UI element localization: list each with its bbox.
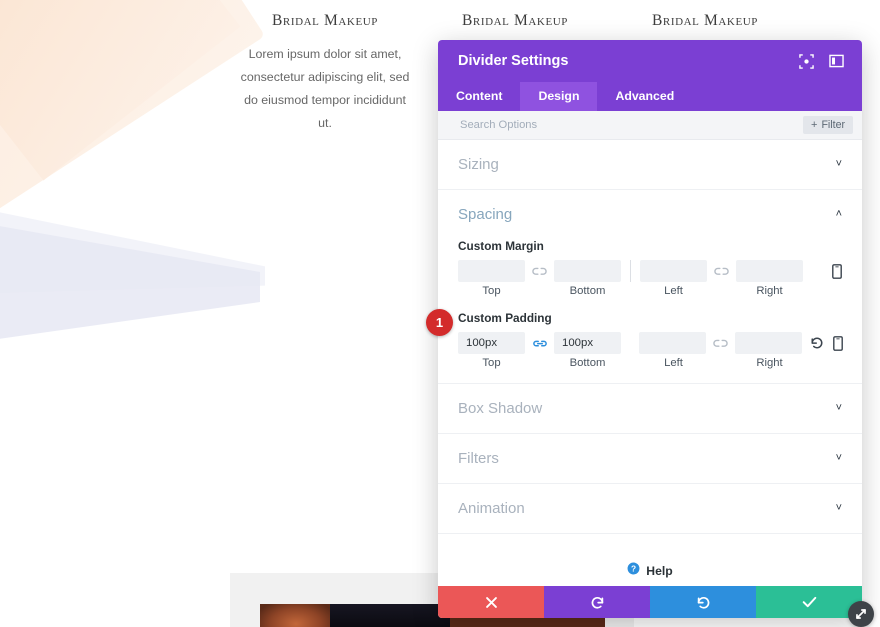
modal-body: Sizing ˅ Spacing ˄ Custom Margin Top Bot… (438, 140, 862, 586)
divider-settings-modal: Divider Settings Content Design Advanced… (438, 40, 862, 618)
margin-top-bottom-pair (458, 260, 621, 282)
responsive-device-icon[interactable] (832, 263, 842, 279)
padding-tb-labels: Top Bottom (458, 357, 621, 369)
custom-padding-row (458, 332, 843, 354)
margin-left-label: Left (664, 285, 683, 297)
custom-margin-labels: Top Bottom Left Right (458, 285, 842, 297)
focus-target-icon[interactable] (794, 49, 818, 73)
tab-advanced[interactable]: Advanced (597, 82, 692, 111)
chevron-down-icon: ˅ (835, 502, 842, 514)
custom-padding-label: Custom Padding (458, 311, 552, 325)
help-label: Help (646, 564, 673, 578)
margin-top-input[interactable] (458, 260, 525, 282)
margin-left-right-pair (640, 260, 803, 282)
chevron-up-icon: ˄ (835, 208, 842, 220)
margin-bottom-input[interactable] (554, 260, 621, 282)
background-photo-shadow (330, 604, 450, 627)
undo-icon (590, 595, 605, 610)
padding-row-icons (802, 335, 843, 351)
filter-button-label: Filter (821, 119, 845, 131)
modal-title: Divider Settings (458, 53, 569, 69)
plus-icon: + (811, 118, 818, 131)
padding-top-input[interactable] (458, 332, 525, 354)
margin-bottom-label: Bottom (569, 285, 606, 297)
column-heading: Bridal Makeup (271, 12, 379, 29)
padding-top-bottom-pair (458, 332, 621, 354)
filter-button[interactable]: + Filter (803, 116, 853, 134)
field-divider (630, 260, 631, 282)
margin-lr-labels: Left Right (640, 285, 803, 297)
margin-tb-labels: Top Bottom (458, 285, 621, 297)
link-connected-icon[interactable] (525, 338, 554, 349)
section-spacing-content: Custom Margin Top Bottom Left Right Cust… (458, 239, 843, 383)
section-box-shadow-header[interactable]: Box Shadow ˅ (458, 384, 842, 433)
redo-icon (696, 595, 711, 610)
section-filters-header[interactable]: Filters ˅ (458, 434, 842, 483)
section-sizing: Sizing ˅ (438, 140, 862, 190)
padding-right-label: Right (756, 357, 783, 369)
custom-margin-label: Custom Margin (458, 239, 544, 253)
margin-right-input[interactable] (736, 260, 803, 282)
section-title: Sizing (458, 156, 499, 173)
section-sizing-header[interactable]: Sizing ˅ (458, 140, 842, 189)
section-title: Animation (458, 500, 525, 517)
custom-padding-labels: Top Bottom Left Right (458, 357, 842, 369)
padding-left-input[interactable] (639, 332, 706, 354)
padding-bottom-input[interactable] (554, 332, 621, 354)
section-animation-header[interactable]: Animation ˅ (458, 484, 842, 533)
section-title: Box Shadow (458, 400, 543, 417)
check-icon (802, 595, 817, 609)
background-column: Bridal Makeup Lorem ipsum dolor sit amet… (230, 12, 420, 135)
modal-tabbar: Content Design Advanced (438, 82, 862, 111)
section-spacing: Spacing ˄ Custom Margin Top Bottom Left … (438, 190, 862, 384)
svg-text:?: ? (631, 564, 636, 574)
search-options-bar: + Filter (438, 111, 862, 140)
section-box-shadow: Box Shadow ˅ (438, 384, 862, 434)
tab-content[interactable]: Content (438, 82, 520, 111)
help-link[interactable]: ? Help (438, 534, 862, 580)
panel-layout-icon[interactable] (824, 49, 848, 73)
column-heading: Bri (808, 12, 880, 30)
save-button[interactable] (756, 586, 862, 618)
link-broken-icon[interactable] (707, 266, 736, 277)
tab-design[interactable]: Design (520, 82, 598, 111)
link-broken-icon[interactable] (706, 338, 735, 349)
padding-top-label: Top (482, 357, 501, 369)
padding-lr-labels: Left Right (640, 357, 803, 369)
margin-left-input[interactable] (640, 260, 707, 282)
chevron-down-icon: ˅ (835, 452, 842, 464)
close-icon (485, 596, 498, 609)
margin-right-label: Right (756, 285, 783, 297)
modal-header: Divider Settings (438, 40, 862, 82)
modal-footer (438, 586, 862, 618)
column-heading: Bridal Makeup (651, 12, 759, 29)
link-broken-icon[interactable] (525, 266, 554, 277)
padding-bottom-label: Bottom (569, 357, 606, 369)
margin-top-label: Top (482, 285, 501, 297)
padding-right-input[interactable] (735, 332, 802, 354)
padding-left-label: Left (664, 357, 683, 369)
question-circle-icon: ? (627, 562, 640, 580)
redo-button[interactable] (650, 586, 756, 618)
cancel-button[interactable] (438, 586, 544, 618)
undo-button[interactable] (544, 586, 650, 618)
annotation-badge-1: 1 (426, 309, 453, 336)
section-animation: Animation ˅ (438, 484, 862, 534)
custom-margin-row (458, 260, 842, 282)
search-input[interactable] (458, 118, 804, 132)
chevron-down-icon: ˅ (835, 158, 842, 170)
section-title: Filters (458, 450, 499, 467)
peach-decoration-shape-2 (0, 0, 241, 181)
column-heading: Bridal Makeup (461, 12, 569, 29)
section-spacing-header[interactable]: Spacing ˄ (458, 190, 842, 239)
reset-icon[interactable] (810, 336, 824, 350)
margin-row-icons (824, 263, 842, 279)
column-body-text: Lorem ipsum dolor sit amet, consectetur … (240, 47, 410, 130)
section-title: Spacing (458, 206, 513, 223)
padding-left-right-pair (639, 332, 802, 354)
chevron-down-icon: ˅ (835, 402, 842, 414)
resize-handle-icon[interactable] (848, 601, 874, 627)
responsive-device-icon[interactable] (833, 335, 843, 351)
section-filters: Filters ˅ (438, 434, 862, 484)
